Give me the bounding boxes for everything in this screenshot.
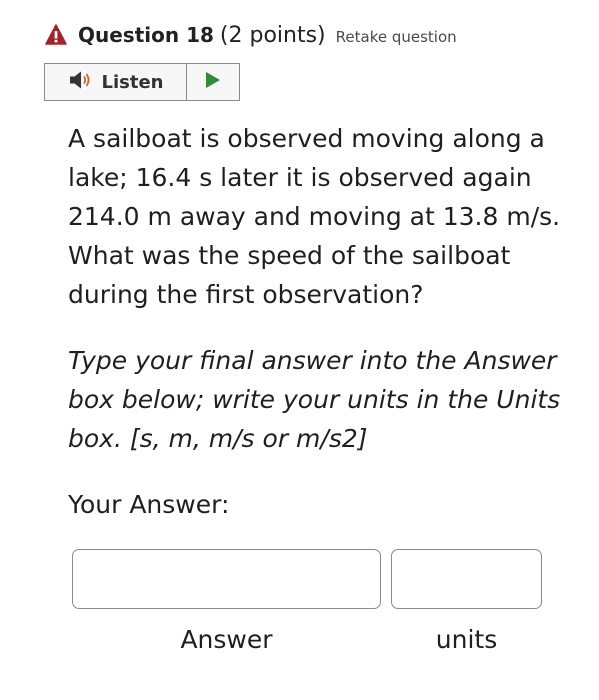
answer-input[interactable] (72, 549, 381, 609)
play-button[interactable] (187, 64, 239, 100)
listen-label: Listen (101, 71, 164, 93)
retake-question-link[interactable]: Retake question (336, 28, 457, 46)
answer-instructions: Type your final answer into the Answer b… (68, 346, 561, 453)
play-icon (205, 71, 221, 93)
answer-label: Answer (180, 625, 273, 654)
listen-button[interactable]: Listen (45, 64, 187, 100)
listen-toolbar: Listen (44, 63, 240, 101)
units-label: units (435, 625, 498, 654)
units-input[interactable] (391, 549, 542, 609)
question-points: (2 points) (219, 22, 326, 48)
speaker-icon (68, 70, 94, 94)
question-text: A sailboat is observed moving along a la… (68, 124, 561, 309)
question-header: Question 18 (2 points) Retake question (44, 20, 457, 50)
question-title: Question 18 (78, 23, 214, 47)
warning-icon (44, 23, 68, 47)
your-answer-heading: Your Answer: (68, 490, 230, 519)
